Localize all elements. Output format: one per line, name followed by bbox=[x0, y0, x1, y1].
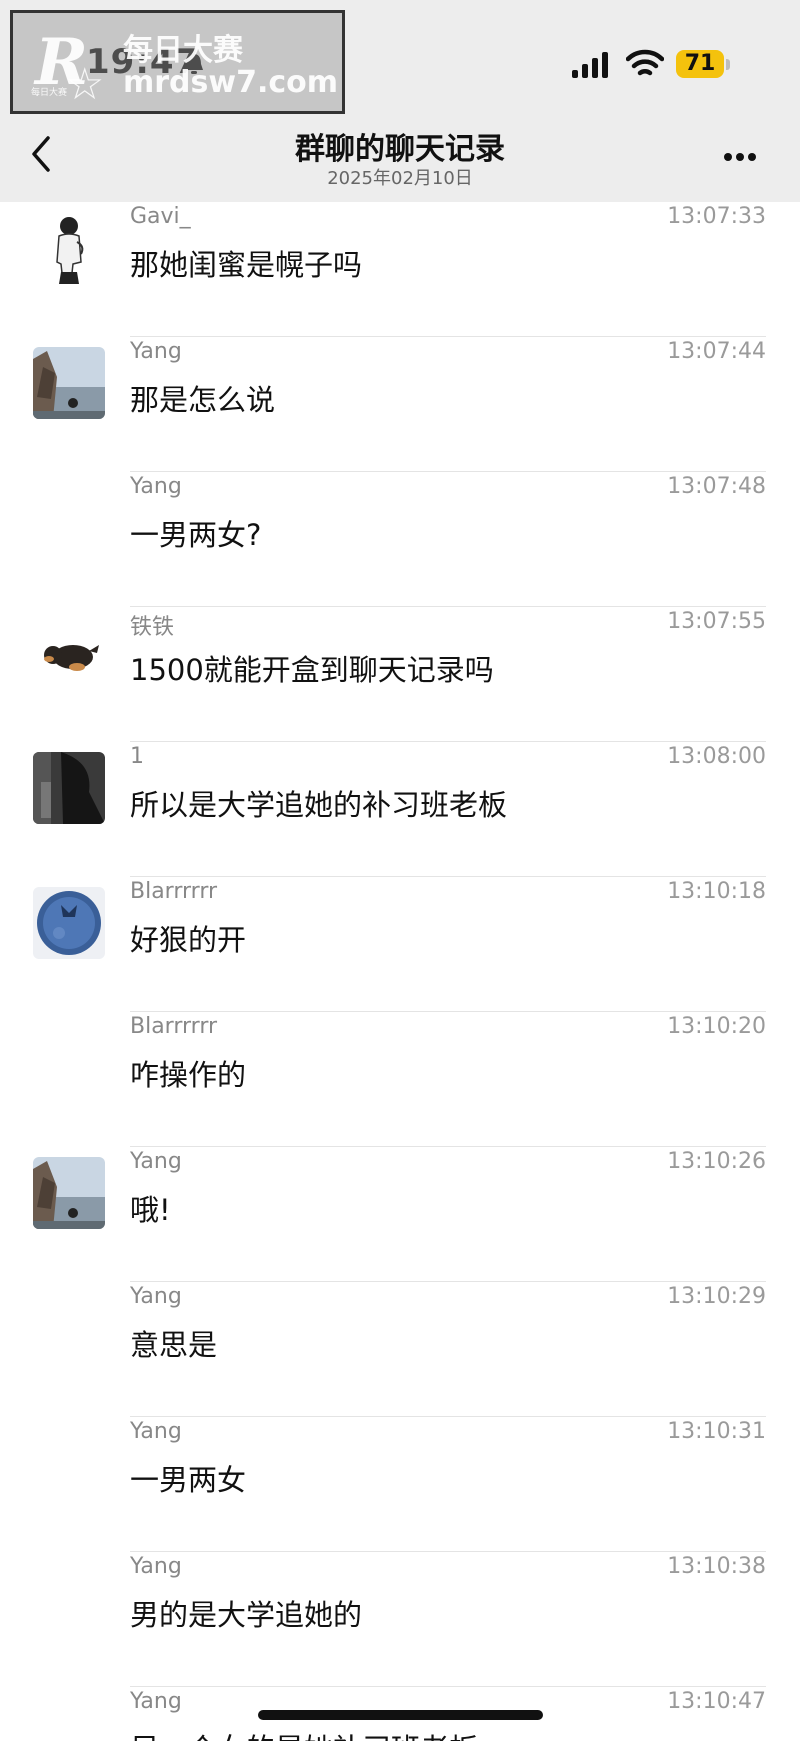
message-item[interactable]: Yang 13:10:26 哦! bbox=[0, 1147, 800, 1282]
message-time: 13:07:55 bbox=[667, 609, 766, 634]
watermark-small-text: 每日大赛 bbox=[31, 88, 68, 98]
sender-name: 1 bbox=[130, 744, 144, 769]
message-item[interactable]: Gavi_ 13:07:33 那她闺蜜是幌子吗 bbox=[0, 202, 800, 337]
sender-name: Yang bbox=[130, 1419, 182, 1444]
message-text: 咋操作的 bbox=[130, 1058, 247, 1092]
page-title: 群聊的聊天记录 bbox=[295, 132, 505, 167]
message-item[interactable]: Yang 13:10:47 bbox=[0, 1687, 800, 1757]
cellular-signal-icon bbox=[572, 52, 608, 78]
message-item[interactable]: Yang 13:07:44 那是怎么说 bbox=[0, 337, 800, 472]
message-text: 好狠的开 bbox=[130, 923, 247, 957]
message-text: 哦! bbox=[130, 1193, 171, 1227]
sender-name: Yang bbox=[130, 1554, 182, 1579]
seaside-avatar-icon bbox=[33, 347, 105, 419]
avatar[interactable] bbox=[33, 212, 105, 284]
message-item[interactable]: 1 13:08:00 所以是大学追她的补习班老板 bbox=[0, 742, 800, 877]
message-item[interactable]: Blarrrrrr 13:10:20 咋操作的 bbox=[0, 1012, 800, 1147]
message-item[interactable]: Blarrrrrr 13:10:18 好狠的开 bbox=[0, 877, 800, 1012]
sender-name: Yang bbox=[130, 1689, 182, 1714]
watermark-url: mrdsw7.com bbox=[123, 65, 339, 100]
dog-avatar-icon bbox=[33, 617, 105, 689]
message-time: 13:07:33 bbox=[667, 204, 766, 229]
sender-name: Yang bbox=[130, 474, 182, 499]
message-time: 13:10:29 bbox=[667, 1284, 766, 1309]
message-text: 那她闺蜜是幌子吗 bbox=[130, 248, 363, 282]
blueberry-avatar-icon bbox=[33, 887, 105, 959]
page-subtitle-date: 2025年02月10日 bbox=[327, 168, 473, 189]
message-time: 13:10:26 bbox=[667, 1149, 766, 1174]
message-time: 13:08:00 bbox=[667, 744, 766, 769]
message-text: 另一个女的是她补习班老板 bbox=[130, 1726, 478, 1741]
top-bar: 19:47 71 R ☆ 每日大赛 mrdsw7.com 每日大赛 群聊的聊天记… bbox=[0, 0, 800, 202]
avatar[interactable] bbox=[33, 1157, 105, 1229]
home-indicator[interactable] bbox=[258, 1710, 543, 1720]
message-list[interactable]: Gavi_ 13:07:33 那她闺蜜是幌子吗 Yang 13:07:44 那是… bbox=[0, 202, 800, 1757]
battery-indicator: 71 bbox=[676, 50, 724, 78]
message-text: 一男两女? bbox=[130, 518, 262, 552]
battery-tip bbox=[726, 59, 730, 70]
message-item[interactable]: Yang 13:10:31 一男两女 bbox=[0, 1417, 800, 1552]
message-item[interactable]: Yang 13:10:38 男的是大学追她的 bbox=[0, 1552, 800, 1687]
avatar[interactable] bbox=[33, 887, 105, 959]
watermark: R ☆ 每日大赛 mrdsw7.com 每日大赛 bbox=[10, 10, 345, 114]
sender-name: Yang bbox=[130, 1284, 182, 1309]
more-options-icon[interactable] bbox=[724, 146, 764, 161]
message-time: 13:07:48 bbox=[667, 474, 766, 499]
message-text: 1500就能开盒到聊天记录吗 bbox=[130, 653, 494, 687]
avatar[interactable] bbox=[33, 752, 105, 824]
message-time: 13:10:47 bbox=[667, 1689, 766, 1714]
sender-name: 铁铁 bbox=[130, 615, 175, 640]
dark-photo-avatar-icon bbox=[33, 752, 105, 824]
watermark-star-icon: ☆ bbox=[65, 59, 105, 110]
message-text: 意思是 bbox=[130, 1328, 218, 1362]
sender-name: Gavi_ bbox=[130, 204, 191, 229]
person-avatar-icon bbox=[33, 212, 105, 284]
message-text: 一男两女 bbox=[130, 1463, 247, 1497]
sender-name: Blarrrrrr bbox=[130, 1014, 218, 1039]
message-item[interactable]: 铁铁 13:07:55 1500就能开盒到聊天记录吗 bbox=[0, 607, 800, 742]
watermark-title: 每日大赛 bbox=[123, 33, 243, 68]
sender-name: Yang bbox=[130, 1149, 182, 1174]
avatar[interactable] bbox=[33, 617, 105, 689]
sender-name: Blarrrrrr bbox=[130, 879, 218, 904]
message-text: 男的是大学追她的 bbox=[130, 1598, 363, 1632]
avatar[interactable] bbox=[33, 347, 105, 419]
wifi-icon bbox=[626, 49, 664, 76]
message-time: 13:10:18 bbox=[667, 879, 766, 904]
sender-name: Yang bbox=[130, 339, 182, 364]
message-time: 13:10:20 bbox=[667, 1014, 766, 1039]
message-item[interactable]: Yang 13:07:48 一男两女? bbox=[0, 472, 800, 607]
message-text: 那是怎么说 bbox=[130, 383, 276, 417]
message-text: 所以是大学追她的补习班老板 bbox=[130, 788, 508, 822]
seaside-avatar-icon bbox=[33, 1157, 105, 1229]
message-time: 13:07:44 bbox=[667, 339, 766, 364]
message-item[interactable]: Yang 13:10:29 意思是 bbox=[0, 1282, 800, 1417]
message-time: 13:10:38 bbox=[667, 1554, 766, 1579]
message-time: 13:10:31 bbox=[667, 1419, 766, 1444]
